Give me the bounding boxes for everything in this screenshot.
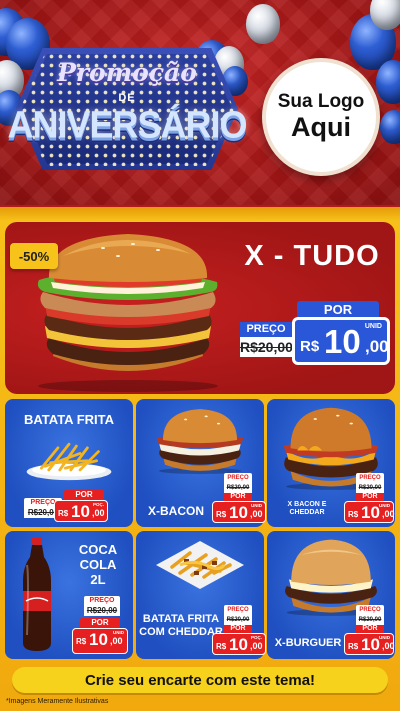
old-price-value: R$20,00 xyxy=(226,485,250,491)
price-tag: PREÇO R$20,00 POR R$ 10 ,00 UNID xyxy=(70,596,130,656)
promo-title: Promoção xyxy=(57,58,197,87)
preco-label: PREÇO xyxy=(84,596,120,606)
price-currency: R$ xyxy=(348,510,359,519)
main-por-label: POR xyxy=(297,301,379,318)
price-tag: PREÇO R$20,00 POR R$ 10 ,00 POÇ. xyxy=(184,605,266,655)
old-price: R$20,00 xyxy=(356,483,384,493)
price-unit: UNID xyxy=(113,630,124,635)
por-label: POR xyxy=(64,490,104,500)
price-unit: POÇ. xyxy=(250,635,262,640)
price-currency: R$ xyxy=(76,637,87,646)
discount-badge: -50% xyxy=(10,243,58,269)
price-cents: ,00 xyxy=(250,509,263,519)
old-price: R$20,00 xyxy=(224,483,252,493)
price-cents: ,00 xyxy=(92,508,105,518)
price-cents: ,00 xyxy=(382,509,395,519)
price-box: R$ 10 ,00 UNID xyxy=(344,633,395,655)
price-integer: 10 xyxy=(71,502,90,521)
preco-label: PREÇO xyxy=(356,473,384,483)
old-price-value: R$20,00 xyxy=(358,617,382,623)
price-box: R$ 10 ,00 POÇ. xyxy=(212,633,266,655)
price-box: R$ 10 ,00 UNID xyxy=(212,501,266,523)
price-tag: PREÇO R$20,00 POR R$ 10 ,00 UNID xyxy=(184,473,266,523)
price-unit: UNID xyxy=(379,635,390,640)
price-integer: 10 xyxy=(361,635,380,654)
old-price-value: R$20,00 xyxy=(226,617,250,623)
price-currency: R$ xyxy=(348,642,359,651)
soda-bottle-image xyxy=(23,537,51,651)
price-cents: ,00 xyxy=(250,641,263,651)
main-preco-label: PREÇO xyxy=(240,322,292,337)
main-price-unit: UNID xyxy=(364,323,382,330)
price-currency: R$ xyxy=(216,642,227,651)
x-bacon-burger-image xyxy=(156,409,244,474)
logo-placeholder: Sua Logo Aqui xyxy=(262,58,380,176)
price-tag: PREÇO R$20,00 POR R$ 10 ,00 UNID xyxy=(314,605,395,655)
main-price-currency: R$ xyxy=(300,338,320,355)
price-cents: ,00 xyxy=(382,641,395,651)
old-price-value: R$20,00 xyxy=(86,606,118,615)
balloon-decoration xyxy=(376,60,400,104)
disclaimer-text: *Imagens Meramente Ilustrativas xyxy=(6,698,109,705)
product-name: COCA COLA 2L xyxy=(78,542,118,587)
fries-plate-image xyxy=(26,442,112,481)
header-banner: Promoção DE ANIVERSÁRIO Sua Logo Aqui xyxy=(0,0,400,205)
price-tag: PREÇO R$20,00 POR R$ 10 ,00 UNID xyxy=(314,473,395,523)
price-box: R$ 10 ,00 UNID xyxy=(344,501,395,523)
por-label: POR xyxy=(224,625,252,633)
cta-banner[interactable]: Crie seu encarte com este tema! xyxy=(12,667,388,693)
product-name: BATATA FRITA xyxy=(23,412,114,427)
logo-text-line1: Sua Logo xyxy=(277,90,365,112)
main-product-name: X - TUDO xyxy=(244,240,380,272)
por-label: POR xyxy=(356,493,384,501)
main-old-price-value: R$20,00 xyxy=(240,339,293,355)
anniversary-sign: Promoção DE ANIVERSÁRIO xyxy=(6,40,248,180)
frame-shade xyxy=(0,207,400,221)
price-box: R$ 10 ,00 UNID xyxy=(72,628,128,654)
preco-label: PREÇO xyxy=(224,605,252,615)
price-unit: POÇ. xyxy=(92,502,104,507)
cheddar-fries-image xyxy=(156,541,244,589)
price-cents: ,00 xyxy=(110,636,123,646)
main-price-box: R$ 10 ,00 UNID xyxy=(292,317,390,365)
balloon-decoration xyxy=(246,4,280,44)
price-unit: UNID xyxy=(251,503,262,508)
old-price-value: R$20,00 xyxy=(358,485,382,491)
old-price: R$20,00 xyxy=(356,615,384,625)
main-old-price: R$20,00 xyxy=(240,337,293,357)
price-tag: PREÇO R$20,00 POR R$ 10 ,00 POÇ. xyxy=(24,490,114,524)
por-label: POR xyxy=(224,493,252,501)
preco-label: PREÇO xyxy=(356,605,384,615)
price-integer: 10 xyxy=(229,503,248,522)
balloon-decoration xyxy=(380,110,400,144)
price-currency: R$ xyxy=(216,510,227,519)
price-currency: R$ xyxy=(58,509,69,518)
price-integer: 10 xyxy=(229,635,248,654)
old-price: R$20,00 xyxy=(84,606,120,616)
anniversary-title: ANIVERSÁRIO xyxy=(7,102,247,146)
main-price-integer: 10 xyxy=(324,323,361,360)
price-integer: 10 xyxy=(89,630,108,649)
old-price: R$20,00 xyxy=(224,615,252,625)
por-label: POR xyxy=(80,618,120,628)
preco-label: PREÇO xyxy=(224,473,252,483)
logo-text-line2: Aqui xyxy=(291,112,351,143)
price-unit: UNID xyxy=(379,503,390,508)
por-label: POR xyxy=(356,625,384,633)
price-box: R$ 10 ,00 POÇ. xyxy=(54,500,108,522)
price-integer: 10 xyxy=(361,503,380,522)
main-price-cents: ,00 xyxy=(365,337,389,356)
